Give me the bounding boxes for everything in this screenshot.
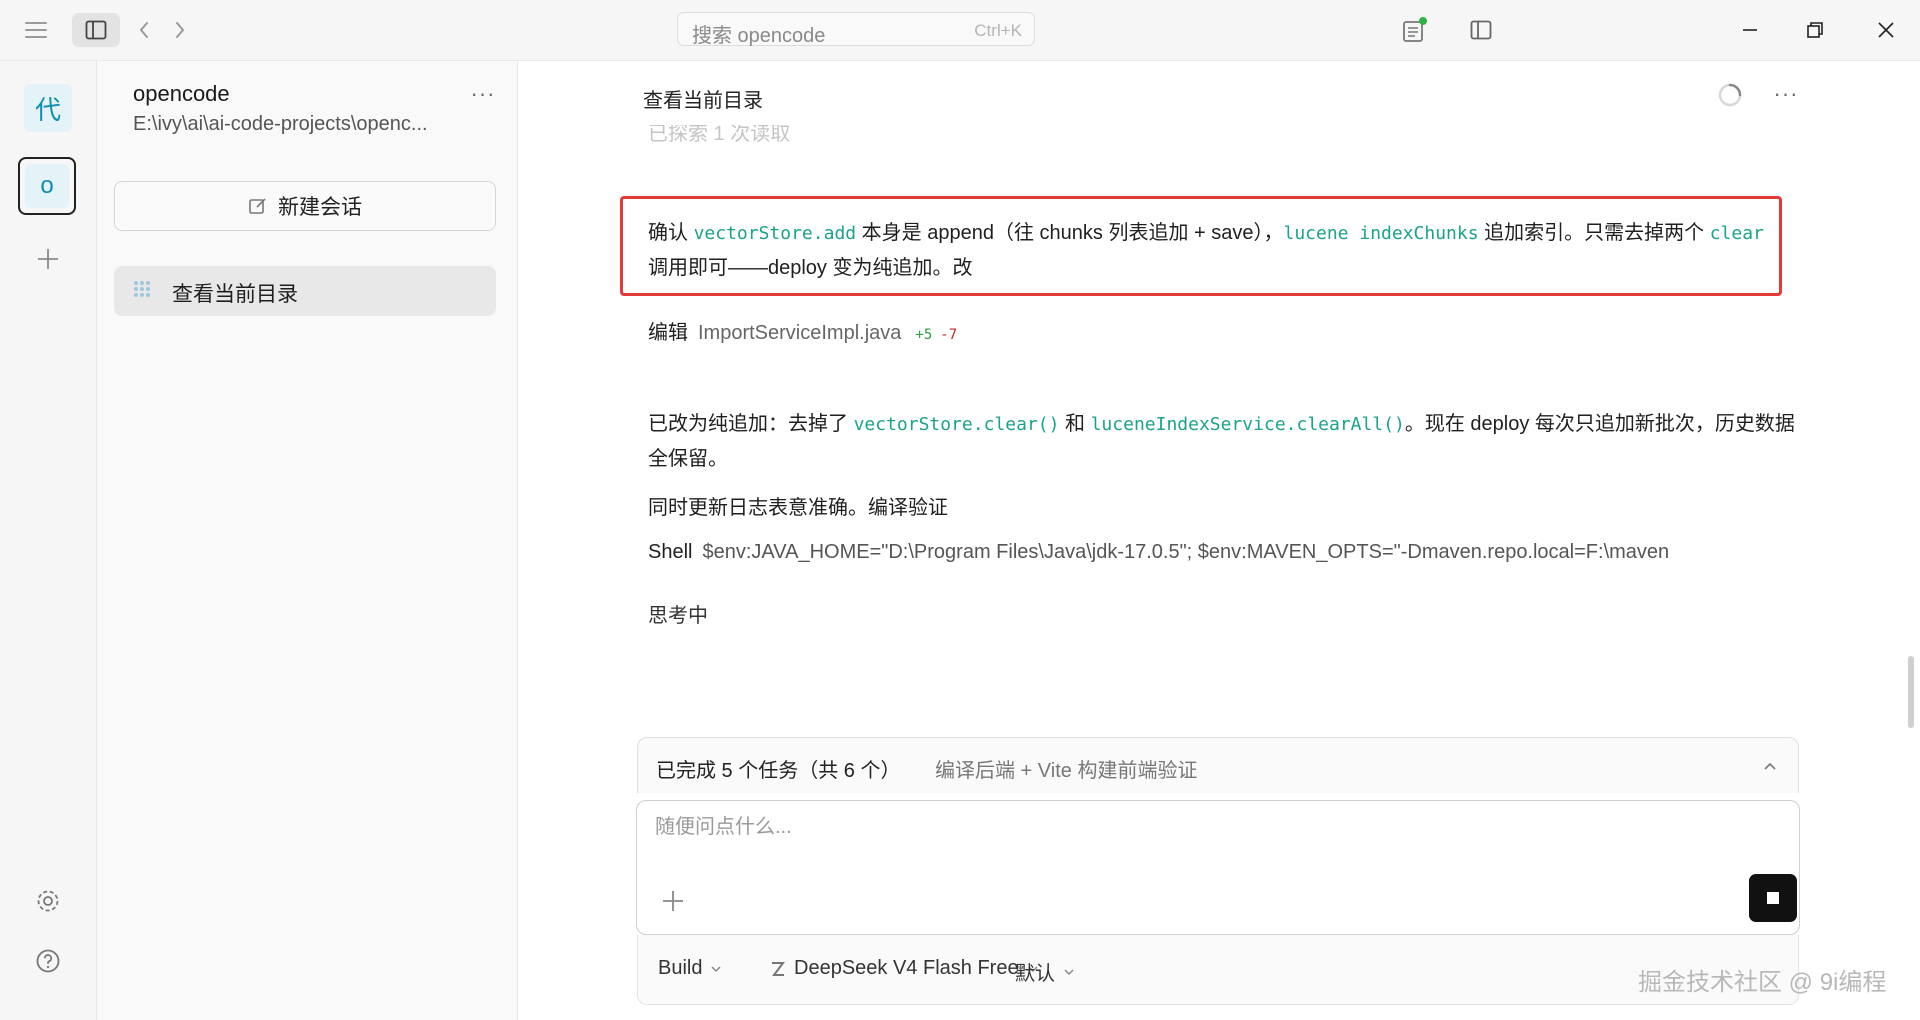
composer-footer: Build DeepSeek V4 Flash Free 默认: [637, 935, 1799, 1005]
watermark: 掘金技术社区 @ 9i编程: [1638, 969, 1887, 996]
minimize-icon: [1743, 29, 1757, 31]
message-text: 确认: [648, 222, 694, 244]
close-icon: [1878, 22, 1894, 38]
conversation-title: 查看当前目录: [643, 90, 763, 112]
prompt-input[interactable]: [653, 815, 1657, 840]
forward-icon[interactable]: [168, 16, 192, 44]
menu-icon[interactable]: [20, 16, 52, 44]
todo-summary-bar[interactable]: 已完成 5 个任务（共 6 个） 编译后端 + Vite 构建前端验证: [637, 737, 1799, 793]
right-panel-button[interactable]: [1464, 14, 1498, 46]
project-avatar-selected[interactable]: o: [18, 157, 76, 215]
thinking-status: 思考中: [648, 605, 708, 627]
diff-removed-count: -7: [940, 327, 958, 343]
chevron-down-icon: [711, 965, 722, 972]
back-icon[interactable]: [132, 16, 156, 44]
search-input[interactable]: 搜索 opencode Ctrl+K: [677, 12, 1035, 47]
assistant-message-log: 同时更新日志表意准确。编译验证: [648, 497, 948, 519]
todo-count: 已完成 5 个任务（共 6 个）: [656, 760, 901, 782]
diff-added-count: +5: [915, 327, 933, 343]
project-avatar-o: o: [25, 164, 69, 208]
message-text: 本身是 append（往 chunks 列表追加 + save），: [856, 222, 1284, 244]
provider-icon: [772, 961, 785, 976]
session-loading-icon: [132, 279, 156, 308]
inline-code: vectorStore.clear(): [853, 414, 1060, 435]
stop-icon: [1767, 892, 1779, 904]
prompt-composer: [636, 800, 1800, 935]
project-avatar-dai[interactable]: 代: [24, 84, 72, 132]
close-button[interactable]: [1866, 12, 1906, 48]
project-path: E:\ivy\ai\ai-code-projects\openc...: [133, 113, 428, 135]
message-text: 和: [1059, 413, 1091, 435]
inline-code: luceneIndexService.clearAll(): [1090, 414, 1405, 435]
add-project-icon[interactable]: [32, 243, 64, 275]
todo-current-task: 编译后端 + Vite 构建前端验证: [935, 760, 1198, 782]
add-attachment-icon[interactable]: [659, 887, 687, 915]
model-label: DeepSeek V4 Flash Free: [794, 957, 1019, 979]
restore-icon: [1807, 22, 1823, 38]
session-item[interactable]: 查看当前目录: [114, 266, 496, 316]
conversation-more-button[interactable]: ···: [1768, 79, 1804, 109]
edit-icon: [249, 198, 266, 214]
model-select[interactable]: DeepSeek V4 Flash Free: [768, 957, 1041, 980]
title-bar: 搜索 opencode Ctrl+K: [0, 0, 1920, 61]
message-text: 追加索引。只需去掉两个: [1478, 222, 1710, 244]
inline-code: vectorStore.add: [693, 223, 857, 244]
session-sidebar: opencode E:\ivy\ai\ai-code-projects\open…: [97, 61, 518, 1020]
panel-icon: [1470, 20, 1492, 40]
edit-filename: ImportServiceImpl.java: [698, 322, 902, 344]
chevron-down-icon: [1064, 968, 1074, 975]
settings-icon[interactable]: [32, 885, 64, 917]
search-placeholder: 搜索 opencode: [692, 25, 826, 47]
review-button[interactable]: [1398, 14, 1432, 46]
edit-tool-call[interactable]: 编辑 ImportServiceImpl.java +5 -7: [648, 316, 957, 345]
project-more-button[interactable]: ···: [465, 79, 501, 109]
project-rail: 代 o: [0, 61, 97, 1020]
inline-code: clear: [1709, 223, 1764, 244]
explore-summary: 已探索 1 次读取: [648, 125, 791, 143]
variant-label: 默认: [1015, 963, 1055, 985]
stop-button[interactable]: [1749, 874, 1797, 922]
assistant-message-changed: 已改为纯追加：去掉了 vectorStore.clear() 和 luceneI…: [648, 407, 1798, 477]
status-dot: [1419, 17, 1427, 25]
new-session-button[interactable]: 新建会话: [114, 181, 496, 231]
minimize-button[interactable]: [1730, 12, 1770, 48]
edit-label: 编辑: [648, 322, 688, 344]
message-text: 已改为纯追加：去掉了: [648, 413, 854, 435]
agent-label: Build: [658, 957, 703, 979]
help-icon[interactable]: [32, 945, 64, 977]
message-text: 调用即可——deploy 变为纯追加。改: [648, 257, 973, 279]
sidebar-toggle-button[interactable]: [72, 13, 120, 47]
review-icon: [1403, 17, 1427, 42]
assistant-message-confirm: 确认 vectorStore.add 本身是 append（往 chunks 列…: [648, 216, 1768, 286]
agent-select[interactable]: Build: [658, 957, 724, 980]
project-name: opencode: [133, 81, 230, 106]
conversation-panel: 查看当前目录 ··· 已探索 1 次读取 确认 vectorStore.add …: [518, 61, 1920, 1020]
chevron-up-icon[interactable]: [1760, 756, 1780, 776]
session-item-label: 查看当前目录: [172, 283, 298, 306]
search-shortcut: Ctrl+K: [974, 21, 1022, 40]
sidebar-icon: [85, 20, 107, 40]
restore-button[interactable]: [1795, 12, 1835, 48]
project-avatar-o-label: o: [40, 172, 54, 199]
variant-select[interactable]: 默认: [1015, 957, 1077, 986]
shell-tool-call[interactable]: Shell $env:JAVA_HOME="D:\Program Files\Ja…: [648, 541, 1754, 564]
new-session-label: 新建会话: [278, 196, 362, 219]
spinner-icon: [1716, 81, 1744, 109]
scrollbar-thumb[interactable]: [1908, 656, 1914, 728]
shell-label: Shell: [648, 541, 693, 563]
shell-command: $env:JAVA_HOME="D:\Program Files\Java\jd…: [702, 541, 1670, 563]
inline-code: lucene indexChunks: [1283, 223, 1479, 244]
